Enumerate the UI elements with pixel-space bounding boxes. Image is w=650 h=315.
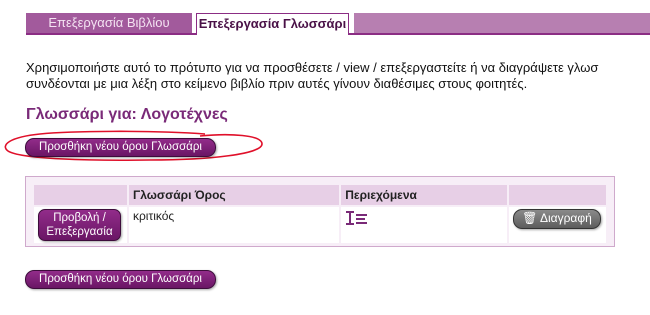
add-glossary-term-button[interactable]: Προσθήκη νέου όρου Γλωσσάρι (25, 138, 216, 157)
intro-text: Χρησιμοποιήστε αυτό το πρότυπο για να πρ… (26, 60, 650, 92)
trash-icon: 🗑 (522, 211, 538, 225)
tab-edit-book[interactable]: Επεξεργασία Βιβλίου (26, 13, 192, 33)
tab-bar: Επεξεργασία Βιβλίου Επεξεργασία Γλωσσάρι (26, 13, 650, 35)
header-delete (508, 185, 606, 205)
tab-bar-filler (354, 13, 650, 33)
intro-line-2: συνδέονται με μια λέξη στο κείμενο βιβλί… (26, 76, 528, 91)
header-actions (34, 185, 127, 205)
tab-edit-glossary[interactable]: Επεξεργασία Γλωσσάρι (196, 13, 349, 35)
intro-line-1: Χρησιμοποιήστε αυτό το πρότυπο για να πρ… (26, 60, 599, 75)
cell-view-edit: Προβολή / Επεξεργασία (34, 207, 127, 243)
content-edit-icon[interactable] (345, 210, 369, 231)
view-edit-label-1: Προβολή / (53, 212, 106, 224)
table-header-row: Γλωσσάρι Όρος Περιεχόμενα (34, 185, 606, 205)
delete-label: Διαγραφή (539, 211, 592, 225)
view-edit-button[interactable]: Προβολή / Επεξεργασία (38, 209, 121, 241)
cell-contents (341, 207, 507, 243)
delete-button[interactable]: 🗑 Διαγραφή (512, 209, 601, 229)
add-glossary-term-button-bottom[interactable]: Προσθήκη νέου όρου Γλωσσάρι (25, 270, 216, 289)
header-term: Γλωσσάρι Όρος (128, 185, 340, 205)
page-title: Γλωσσάρι για: Λογοτέχνες (26, 106, 228, 123)
table-row: Προβολή / Επεξεργασία κριτικός 🗑 Διαγραφ… (34, 207, 606, 243)
header-contents: Περιεχόμενα (341, 185, 507, 205)
cell-delete: 🗑 Διαγραφή (508, 207, 606, 243)
glossary-table-container: Γλωσσάρι Όρος Περιεχόμενα Προβολή / Επεξ… (25, 176, 615, 247)
view-edit-label-2: Επεξεργασία (46, 226, 113, 238)
glossary-table: Γλωσσάρι Όρος Περιεχόμενα Προβολή / Επεξ… (32, 183, 608, 245)
cell-term: κριτικός (128, 207, 340, 243)
